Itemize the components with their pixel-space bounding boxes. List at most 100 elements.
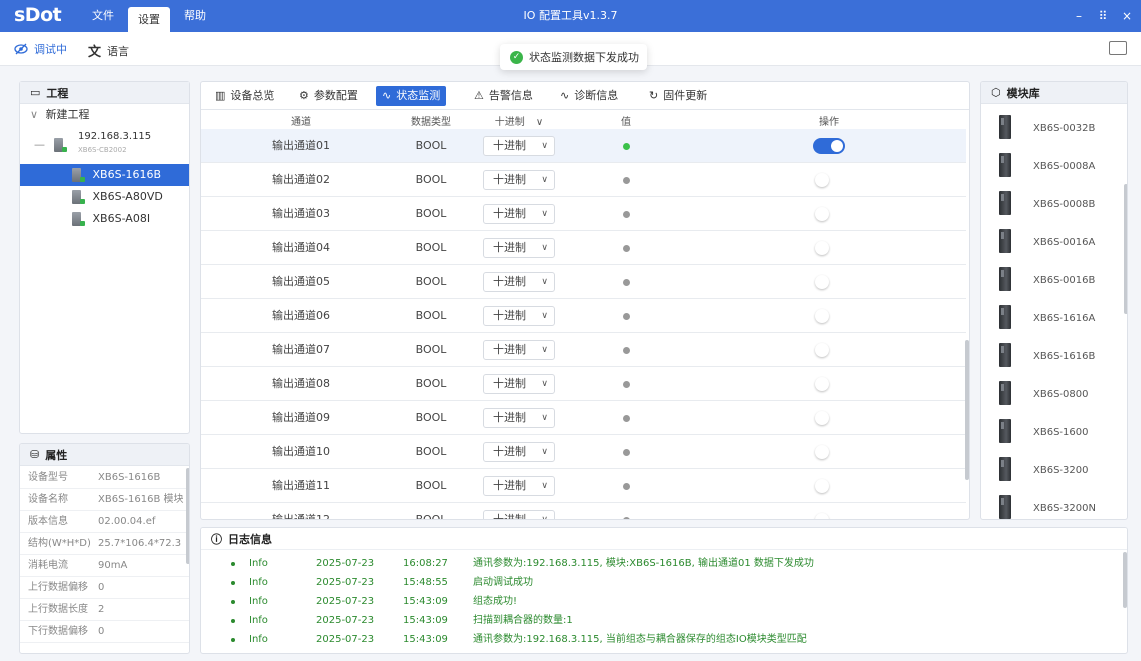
module-image	[999, 381, 1011, 405]
minimize-button[interactable]: –	[1068, 0, 1090, 32]
tree-root[interactable]: ∨ 新建工程	[30, 104, 90, 126]
menu-help[interactable]: 帮助	[178, 0, 212, 32]
output-toggle[interactable]	[813, 172, 845, 188]
library-item[interactable]: XB6S-3200	[999, 453, 1119, 489]
base-select[interactable]: 十进制 ∨	[483, 408, 555, 428]
library-item-label: XB6S-1616B	[1033, 351, 1096, 362]
debug-label: 调试中	[34, 43, 67, 56]
close-button[interactable]: ×	[1116, 0, 1138, 32]
panel-toggle-button[interactable]	[1109, 41, 1127, 55]
base-select-value: 十进制	[493, 139, 526, 152]
maximize-button[interactable]: ⠿	[1092, 0, 1114, 32]
chevron-down-icon: ∨	[541, 481, 548, 491]
overview-icon: ▥	[215, 89, 226, 102]
output-toggle[interactable]	[813, 410, 845, 426]
tree-module-label: XB6S-A08I	[92, 212, 151, 225]
output-toggle[interactable]	[813, 240, 845, 256]
library-item[interactable]: XB6S-1600	[999, 415, 1119, 451]
output-toggle[interactable]	[813, 138, 845, 154]
table-scrollbar[interactable]	[965, 340, 969, 480]
library-header-label: 模块库	[1006, 86, 1040, 100]
data-type: BOOL	[415, 513, 447, 520]
base-select[interactable]: 十进制 ∨	[483, 442, 555, 462]
library-item[interactable]: XB6S-0008B	[999, 187, 1119, 223]
property-value: 0	[98, 626, 105, 637]
base-select[interactable]: 十进制 ∨	[483, 510, 555, 519]
property-value: 90mA	[98, 560, 128, 571]
library-scrollbar[interactable]	[1124, 184, 1127, 314]
log-date: 2025-07-23	[316, 634, 375, 645]
info-icon: ⓘ	[211, 532, 222, 546]
menu-file[interactable]: 文件	[86, 0, 120, 32]
project-header-label: 工程	[46, 86, 69, 100]
chevron-down-icon: ∨	[541, 175, 548, 185]
table-row: 输出通道06 BOOL 十进制 ∨	[201, 299, 966, 333]
base-select[interactable]: 十进制 ∨	[483, 170, 555, 190]
tab-diagnosis[interactable]: ∿ 诊断信息	[554, 86, 624, 106]
property-row: 设备型号 XB6S-1616B	[20, 467, 189, 489]
tab-params[interactable]: ⚙ 参数配置	[293, 86, 364, 106]
output-toggle[interactable]	[813, 206, 845, 222]
library-header: ⬡ 模块库	[981, 82, 1127, 104]
base-select-value: 十进制	[493, 275, 526, 288]
base-select[interactable]: 十进制 ∨	[483, 306, 555, 326]
properties-header-label: 属性	[45, 448, 68, 462]
base-select[interactable]: 十进制 ∨	[483, 272, 555, 292]
property-key: 下行数据偏移	[28, 626, 88, 637]
status-indicator	[623, 483, 630, 490]
base-select[interactable]: 十进制 ∨	[483, 136, 555, 156]
library-item[interactable]: XB6S-1616A	[999, 301, 1119, 337]
output-toggle[interactable]	[813, 376, 845, 392]
tab-monitor[interactable]: ∿ 状态监测	[376, 86, 447, 106]
tree-module-2[interactable]: XB6S-A80VD	[20, 186, 163, 208]
data-type: BOOL	[415, 377, 447, 390]
properties-scrollbar[interactable]	[186, 468, 189, 564]
menu-settings[interactable]: 设置	[128, 7, 170, 32]
library-item[interactable]: XB6S-3200N	[999, 491, 1119, 519]
tab-firmware[interactable]: ↻ 固件更新	[643, 86, 713, 106]
output-toggle[interactable]	[813, 478, 845, 494]
tab-label: 告警信息	[488, 89, 533, 102]
property-key: 上行数据长度	[28, 604, 88, 615]
tab-overview[interactable]: ▥ 设备总览	[209, 86, 280, 106]
base-select[interactable]: 十进制 ∨	[483, 238, 555, 258]
library-item[interactable]: XB6S-0008A	[999, 149, 1119, 185]
status-indicator	[623, 177, 630, 184]
library-item[interactable]: XB6S-0016A	[999, 225, 1119, 261]
monitor-panel: ▥ 设备总览 ⚙ 参数配置 ∿ 状态监测 ⚠ 告警信息 ∿ 诊断信息 ↻ 固件更新 通道 数…	[200, 81, 970, 520]
data-type: BOOL	[415, 479, 447, 492]
log-message: 扫描到耦合器的数量:1	[473, 615, 573, 626]
tree-module-1[interactable]: XB6S-1616B	[20, 164, 189, 186]
coupler-icon	[54, 138, 67, 152]
table-row: 输出通道09 BOOL 十进制 ∨	[201, 401, 966, 435]
table-row: 输出通道05 BOOL 十进制 ∨	[201, 265, 966, 299]
base-select[interactable]: 十进制 ∨	[483, 340, 555, 360]
property-key: 结构(W*H*D)	[28, 538, 91, 549]
output-toggle[interactable]	[813, 444, 845, 460]
output-toggle[interactable]	[813, 342, 845, 358]
chevron-down-icon: ∨	[535, 117, 544, 128]
tree-root-label: 新建工程	[45, 108, 90, 121]
debug-toggle[interactable]: 调试中	[14, 41, 67, 57]
data-type: BOOL	[415, 275, 447, 288]
tab-alarm[interactable]: ⚠ 告警信息	[468, 86, 539, 106]
output-toggle[interactable]	[813, 274, 845, 290]
output-toggle[interactable]	[813, 308, 845, 324]
base-select[interactable]: 十进制 ∨	[483, 374, 555, 394]
log-scrollbar[interactable]	[1123, 552, 1127, 608]
eye-off-icon	[14, 43, 28, 55]
chevron-down-icon: ∨	[30, 108, 39, 121]
base-select[interactable]: 十进制 ∨	[483, 204, 555, 224]
library-item[interactable]: XB6S-0032B	[999, 111, 1119, 147]
output-toggle[interactable]	[813, 512, 845, 519]
tree-module-3[interactable]: XB6S-A08I	[20, 208, 150, 230]
language-button[interactable]: 文 语言	[88, 41, 129, 61]
library-item[interactable]: XB6S-1616B	[999, 339, 1119, 375]
library-item[interactable]: XB6S-0016B	[999, 263, 1119, 299]
library-item[interactable]: XB6S-0800	[999, 377, 1119, 413]
log-bullet	[231, 619, 235, 623]
property-value: 02.00.04.ef	[98, 516, 156, 527]
base-select[interactable]: 十进制 ∨	[483, 476, 555, 496]
data-type: BOOL	[415, 309, 447, 322]
log-header: ⓘ 日志信息	[201, 528, 1127, 550]
